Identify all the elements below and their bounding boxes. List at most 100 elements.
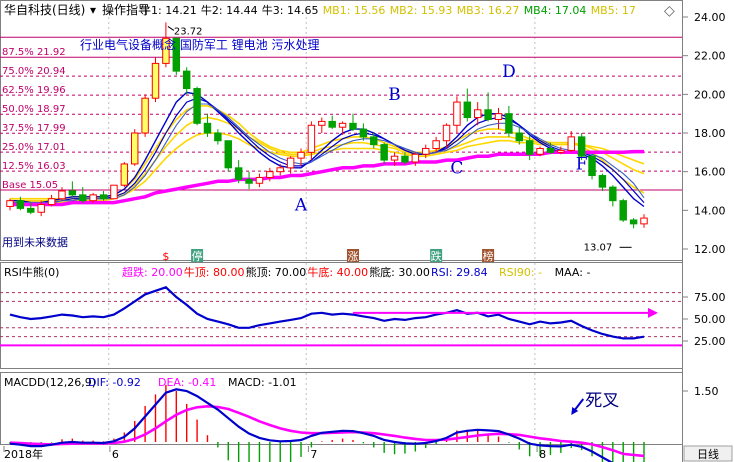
header-value: MB4: 17.04 — [524, 4, 587, 17]
wave-label: C — [450, 159, 463, 179]
candle-body — [473, 109, 482, 119]
wave-label: A — [294, 195, 308, 215]
header-value: 牛3: 14.65 — [262, 3, 319, 17]
candle-body — [422, 147, 430, 155]
rsi-value: RSI90: - — [499, 266, 542, 279]
rsi-y-tick-label: 25.00 — [694, 335, 726, 348]
stock-title: 华自科技(日线) — [4, 3, 85, 17]
header-prev-icon[interactable]: ◇ — [664, 3, 675, 19]
candle-body — [47, 198, 56, 206]
rsi-value: RSI: 29.84 — [431, 266, 488, 279]
candle-body — [577, 136, 586, 157]
candle-body — [203, 122, 212, 134]
candle — [536, 146, 544, 157]
candle-body — [286, 157, 295, 169]
period-button-label[interactable]: 日线 — [697, 447, 719, 461]
candle-body — [401, 155, 409, 163]
candle-body — [380, 144, 388, 161]
y-tick-label: 12.00 — [694, 243, 726, 256]
rsi-y-tick-label: 50.00 — [694, 313, 726, 326]
candle-body — [224, 140, 232, 169]
candle-body — [525, 140, 534, 155]
candle-body — [546, 147, 555, 153]
macd-title: MACDD(12,26,9) — [4, 376, 96, 389]
y-tick-label: 24.00 — [694, 11, 726, 24]
candle-body — [484, 109, 492, 120]
signal-mark: 榜 — [483, 249, 494, 263]
candle-body — [214, 132, 222, 142]
concept-text: 行业电气设备概念 国防军工 锂电池 污水处理 — [80, 37, 319, 52]
candle-body — [141, 97, 149, 134]
candle-body — [130, 132, 139, 165]
rsi-title: RSI牛熊(0) — [4, 265, 59, 279]
candle-body — [328, 120, 336, 128]
candle — [193, 86, 201, 126]
candle-body — [338, 122, 347, 128]
candle-body — [318, 120, 326, 126]
header-value: MB1: 15.56 — [323, 4, 386, 17]
rsi-value: 牛底: 40.00 — [307, 265, 368, 279]
candle-body — [276, 167, 284, 173]
fib-label: 12.5% 16.03 — [2, 161, 66, 172]
candle — [130, 129, 139, 166]
candle-body — [349, 122, 357, 130]
header-value: 牛1: 14.21 — [140, 3, 197, 17]
rsi-value: 牛顶: 80.00 — [184, 265, 245, 279]
candle — [141, 94, 149, 137]
macd-value: MACD: -1.01 — [228, 376, 297, 389]
rsi-y-tick-label: 75.00 — [694, 291, 726, 304]
macd-value: DIF: -0.92 — [88, 376, 141, 389]
fib-label: 87.5% 21.92 — [2, 47, 66, 58]
candle — [224, 140, 232, 172]
x-tick-label: 2018年 — [4, 447, 43, 461]
candle — [151, 57, 160, 103]
candle-body — [567, 136, 575, 151]
macd-y-tick-label: 1.50 — [694, 385, 719, 398]
candle-body — [463, 101, 472, 119]
candle-body — [609, 186, 617, 202]
candle-body — [640, 217, 648, 225]
stock-chart[interactable]: 华自科技(日线) ▾ 操作指导 牛1: 14.21 牛2: 14.44 牛3: 14… — [0, 0, 734, 462]
high-price-label: 23.72 — [174, 26, 203, 37]
future-data-warning: 用到未来数据 — [2, 235, 68, 249]
chart-background — [0, 0, 734, 462]
rsi-value: 熊底: 30.00 — [369, 265, 430, 279]
wave-label: D — [502, 62, 516, 82]
wave-label: F — [576, 155, 588, 175]
candle-body — [110, 184, 118, 200]
candle-body — [619, 200, 627, 221]
candle-body — [536, 147, 544, 155]
candle-body — [99, 194, 108, 200]
fib-label: 62.5% 19.96 — [2, 85, 66, 96]
low-price-label: 13.07 — [584, 242, 613, 253]
signal-mark: 跌 — [431, 249, 442, 263]
fib-label: 25.0% 17.01 — [2, 142, 66, 153]
wave-label: B — [388, 85, 401, 105]
candle-body — [37, 204, 45, 213]
candle-body — [557, 149, 565, 153]
fib-label: 75.0% 20.94 — [2, 66, 66, 77]
macd-value: DEA: -0.41 — [158, 376, 216, 389]
y-tick-label: 14.00 — [694, 204, 726, 217]
indicator-dropdown-icon[interactable]: ▾ — [90, 3, 96, 17]
candle-body — [255, 176, 264, 184]
candle-body — [370, 136, 378, 146]
fib-label: 50.0% 18.97 — [2, 104, 66, 115]
header-value: MB3: 16.27 — [457, 4, 520, 17]
candle-body — [588, 155, 596, 177]
rsi-value: 熊顶: 70.00 — [246, 265, 307, 279]
candle-body — [453, 101, 461, 126]
candle-body — [266, 171, 274, 178]
candle-body — [58, 190, 66, 200]
y-tick-label: 18.00 — [694, 127, 726, 140]
candle-body — [89, 194, 97, 202]
candle — [110, 184, 118, 200]
rsi-value-list: 超跌: 20.00 牛顶: 80.00 熊顶: 70.00 牛底: 40.00 熊底: … — [122, 265, 590, 279]
x-tick-label: 6 — [112, 448, 119, 461]
candle — [619, 198, 627, 222]
candle-body — [494, 113, 503, 120]
rsi-value: MAA: - — [555, 266, 591, 279]
candle-body — [297, 151, 305, 159]
death-cross-label: 死叉 — [585, 391, 619, 411]
candle-body — [390, 155, 399, 161]
